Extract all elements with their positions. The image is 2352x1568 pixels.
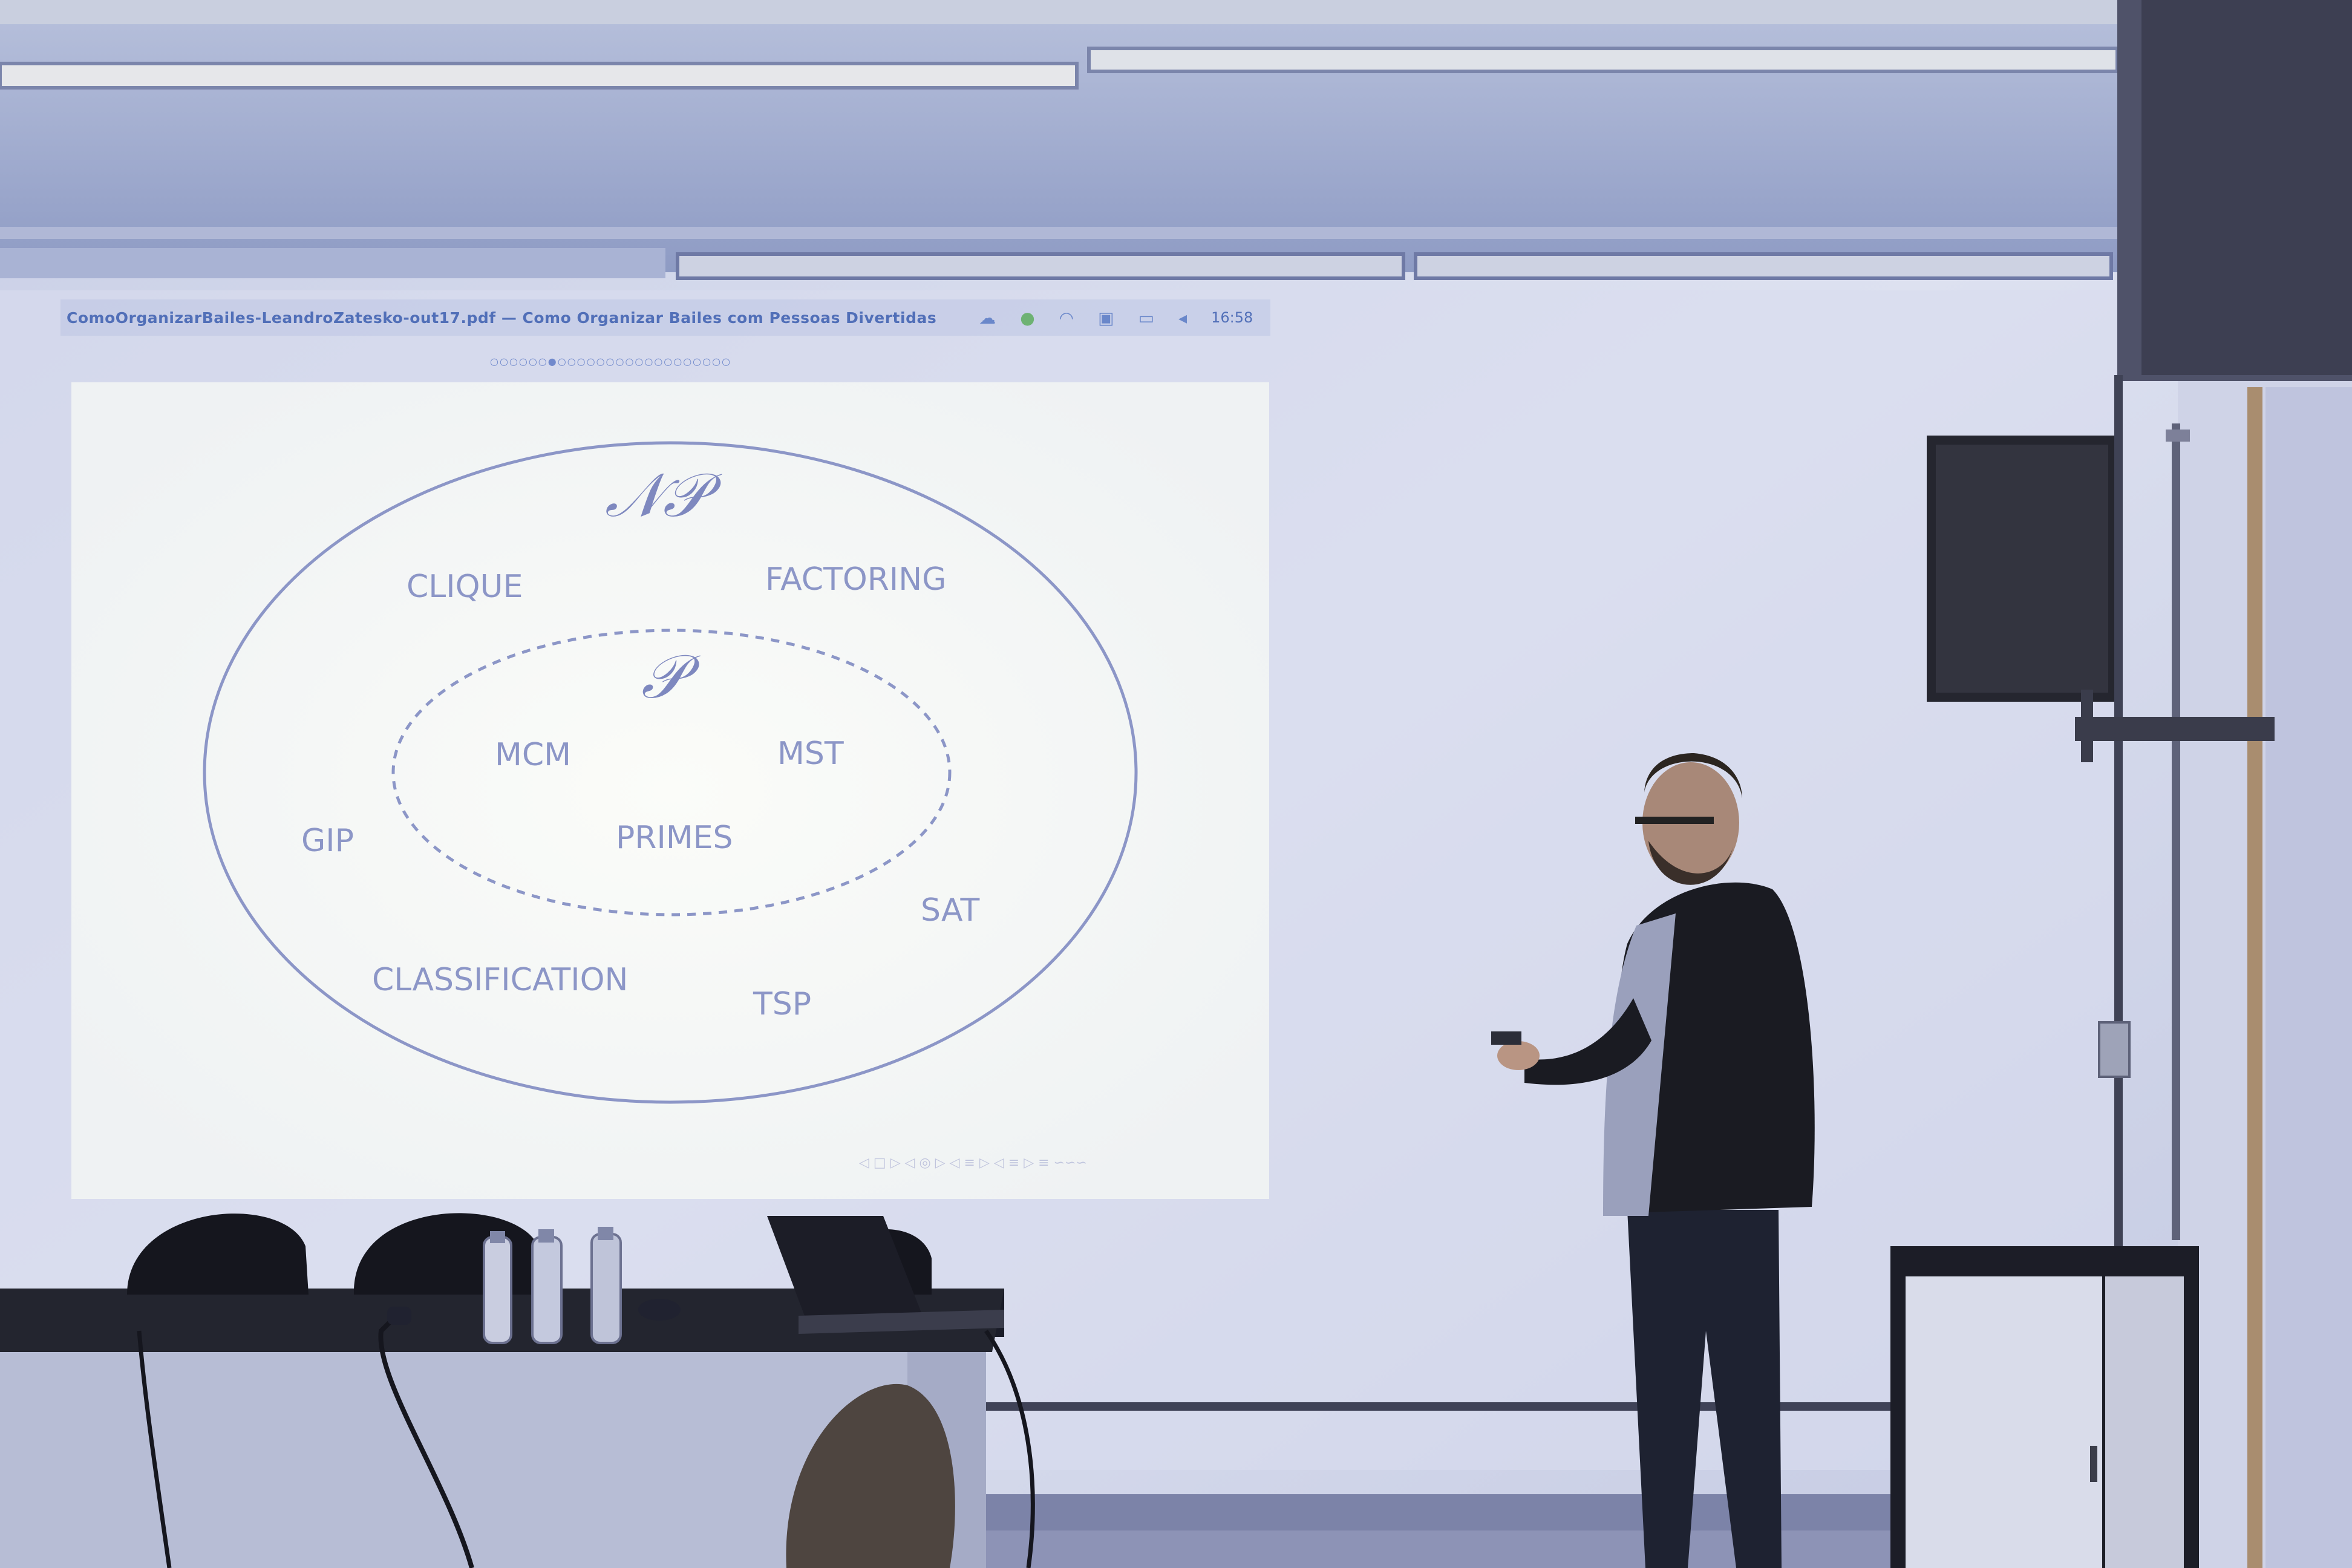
problem-mcm: MCM	[495, 737, 572, 773]
problem-gip: GIP	[301, 823, 354, 859]
clock: 16:58	[1211, 309, 1253, 326]
battery-icon: ▭	[1138, 307, 1155, 328]
problem-primes: PRIMES	[616, 820, 733, 856]
p-set-label: 𝒫	[641, 641, 685, 712]
slide-navigation-dots: ○○○○○○●○○○○○○○○○○○○○○○○○○	[490, 356, 732, 367]
green-dot-icon: ●	[1020, 307, 1035, 328]
mouse	[638, 1299, 681, 1321]
microphone	[387, 1307, 411, 1325]
projected-titlebar: ComoOrganizarBailes-LeandroZatesko-out17…	[67, 302, 1264, 333]
system-tray: ☁ ● ◠ ▣ ▭ ◂ 16:58 ⚙	[979, 308, 1264, 328]
problem-sat: SAT	[921, 892, 980, 929]
cloud-icon: ☁	[979, 307, 996, 328]
wall-outlet	[2098, 1021, 2131, 1078]
conduit	[2114, 375, 2123, 1282]
problem-clique: CLIQUE	[407, 569, 523, 605]
problem-tsp: TSP	[753, 986, 812, 1022]
problem-classification: CLASSIFICATION	[372, 962, 629, 998]
wall-cable	[980, 1402, 1960, 1411]
window-title: ComoOrganizarBailes-LeandroZatesko-out17…	[67, 309, 937, 327]
lecture-room-photo: ComoOrganizarBailes-LeandroZatesko-out17…	[0, 0, 2352, 1568]
input-method-icon: ▣	[1098, 307, 1114, 328]
wifi-icon: ◠	[1059, 307, 1074, 328]
beamer-navigation-symbols: ◁ □ ▷ ◁ ◎ ▷ ◁ ≡ ▷ ◁ ≡ ▷ ≡ ∽∽∽	[859, 1155, 1087, 1171]
problem-mst: MST	[777, 736, 844, 772]
door-edge	[2247, 387, 2262, 1568]
water-bottles	[483, 1227, 622, 1344]
problem-factoring: FACTORING	[765, 561, 947, 598]
room-background	[0, 0, 2352, 1568]
cabinet	[1890, 1246, 2199, 1568]
np-set-label: 𝒩𝒫	[605, 460, 707, 531]
volume-icon: ◂	[1178, 307, 1187, 328]
